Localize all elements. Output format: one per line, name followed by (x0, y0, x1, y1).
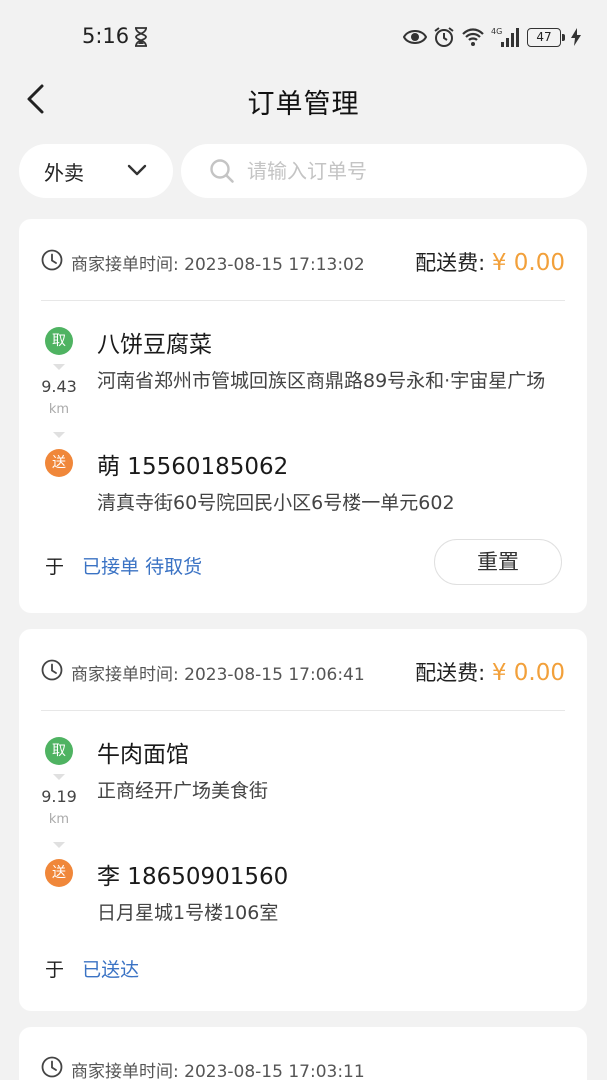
delivery-fee: 配送费: ¥ 0.00 (415, 247, 565, 277)
customer-address: 清真寺街60号院回民小区6号楼一单元602 (97, 492, 455, 514)
chevron-down-icon (127, 164, 147, 176)
shop-address: 河南省郑州市管城回族区商鼎路89号永和·宇宙星广场 (97, 370, 546, 392)
order-card[interactable]: 商家接单时间: 2023-08-15 17:06:41 配送费: ¥ 0.00 … (19, 629, 587, 1011)
order-card-header: 商家接单时间: 2023-08-15 17:06:41 配送费: ¥ 0.00 (41, 629, 565, 711)
search-icon (210, 159, 234, 183)
route-arrow-icon (53, 774, 65, 780)
delivery-fee-amount: ¥ 0.00 (491, 250, 565, 276)
accept-time-label: 商家接单时间: (71, 665, 179, 685)
status-text: 已接单 待取货 (82, 556, 203, 578)
battery-indicator: 47 (527, 27, 565, 47)
delivery-fee-label: 配送费: (415, 661, 486, 685)
order-owner: 于 (45, 556, 65, 578)
accept-time-label: 商家接单时间: (71, 1062, 179, 1080)
charging-icon (571, 28, 581, 46)
accept-time-label: 商家接单时间: (71, 255, 179, 275)
customer-name: 李 18650901560 (97, 864, 289, 890)
delivery-fee-label: 配送费: (415, 251, 486, 275)
drop-badge: 送 (45, 449, 73, 477)
shop-name: 八饼豆腐菜 (97, 332, 212, 358)
accept-time-value: 2023-08-15 17:03:11 (184, 1062, 365, 1080)
eye-icon (403, 30, 427, 44)
route-arrow-icon (53, 432, 65, 438)
clock-icon (41, 249, 63, 271)
order-type-select[interactable]: 外卖 (19, 144, 173, 198)
distance-value: 9.43 (41, 377, 77, 396)
drop-badge: 送 (45, 859, 73, 887)
status-icons: 4G 47 (403, 25, 581, 49)
accept-time: 商家接单时间: 2023-08-15 17:06:41 (71, 660, 365, 685)
distance-value: 9.19 (41, 787, 77, 806)
accept-time: 商家接单时间: 2023-08-15 17:03:11 (71, 1057, 365, 1080)
accept-time-value: 2023-08-15 17:06:41 (184, 665, 365, 685)
status-bar: 5:16 4G 47 (0, 0, 607, 72)
pickup-badge: 取 (45, 737, 73, 765)
distance: 9.43 km (39, 377, 79, 417)
distance-unit: km (48, 812, 70, 827)
status-text: 已送达 (82, 959, 140, 981)
svg-text:4G: 4G (491, 27, 502, 36)
delivery-fee: 配送费: ¥ 0.00 (415, 657, 565, 687)
battery-level: 47 (536, 29, 552, 44)
reset-button[interactable]: 重置 (434, 539, 562, 585)
order-card-header: 商家接单时间: 2023-08-15 17:03:11 (41, 1027, 565, 1080)
order-number-input[interactable] (247, 159, 547, 183)
signal-icon: 4G (491, 27, 519, 47)
header: 订单管理 (0, 72, 607, 126)
accept-time-value: 2023-08-15 17:13:02 (184, 255, 365, 275)
route-arrow-icon (53, 842, 65, 848)
distance: 9.19 km (39, 787, 79, 827)
route-arrow-icon (53, 364, 65, 370)
hourglass-icon (135, 27, 147, 47)
accept-time: 商家接单时间: 2023-08-15 17:13:02 (71, 250, 365, 275)
shop-name: 牛肉面馆 (97, 742, 189, 768)
clock-icon (41, 659, 63, 681)
customer-name: 萌 15560185062 (97, 454, 289, 480)
wifi-icon (462, 28, 484, 46)
search-box[interactable] (181, 144, 587, 198)
order-owner: 于 (45, 959, 65, 981)
order-type-value: 外卖 (44, 160, 84, 185)
order-card-header: 商家接单时间: 2023-08-15 17:13:02 配送费: ¥ 0.00 (41, 219, 565, 301)
order-card[interactable]: 商家接单时间: 2023-08-15 17:03:11 (19, 1027, 587, 1080)
delivery-fee-amount: ¥ 0.00 (491, 660, 565, 686)
distance-unit: km (48, 402, 70, 417)
pickup-badge: 取 (45, 327, 73, 355)
customer-address: 日月星城1号楼106室 (97, 902, 279, 924)
order-card[interactable]: 商家接单时间: 2023-08-15 17:13:02 配送费: ¥ 0.00 … (19, 219, 587, 613)
status-time: 5:16 (82, 24, 130, 48)
page-title: 订单管理 (247, 89, 360, 120)
clock-icon (41, 1056, 63, 1078)
alarm-icon (434, 27, 454, 47)
shop-address: 正商经开广场美食街 (97, 780, 269, 802)
order-status: 于 已送达 (45, 955, 139, 982)
order-status: 于 已接单 待取货 (45, 552, 202, 579)
